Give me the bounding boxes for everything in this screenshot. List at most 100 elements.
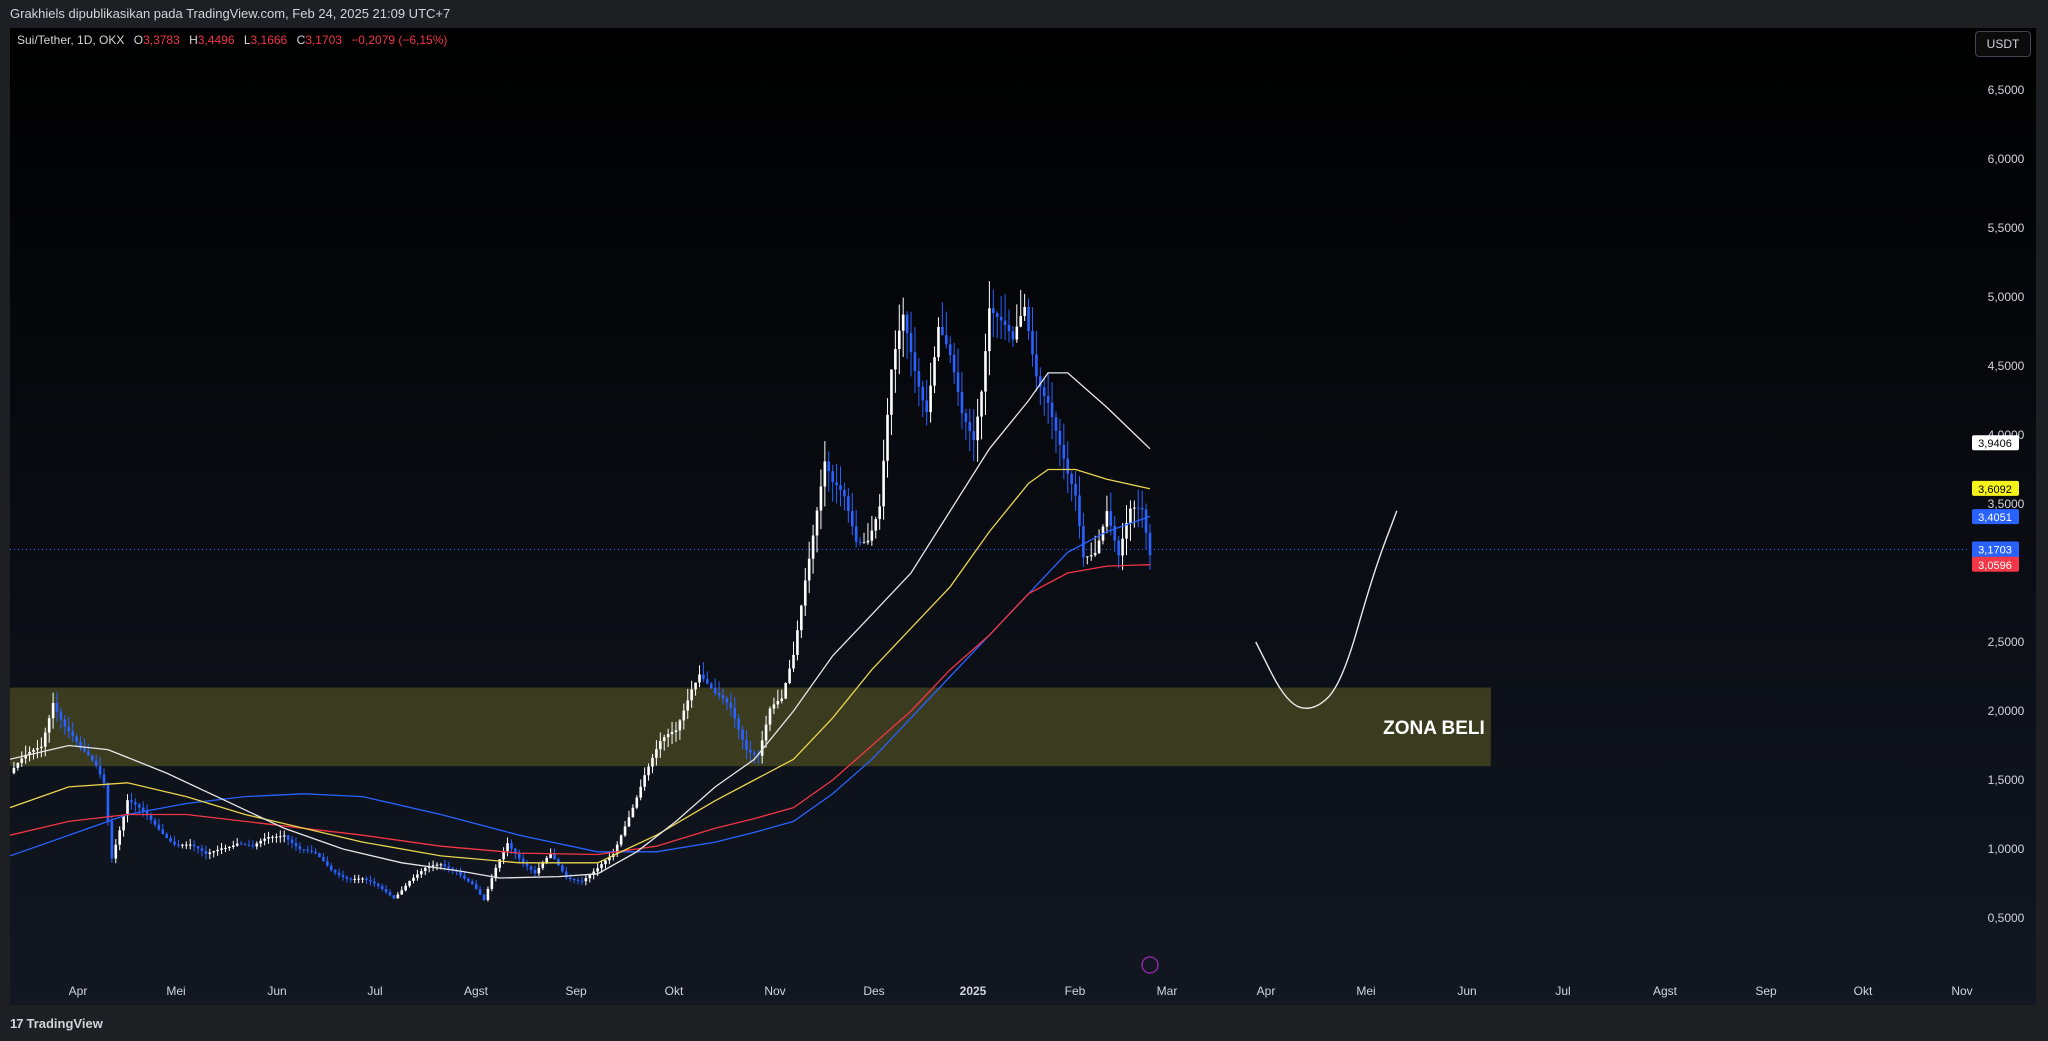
candle-body <box>1089 555 1093 557</box>
y-tick-label: 5,5000 <box>1988 221 2025 235</box>
candle-body <box>263 838 266 841</box>
y-tick-label: 6,0000 <box>1988 152 2025 166</box>
candle-body <box>255 843 259 847</box>
price-tag-label: 3,0596 <box>1978 560 2012 572</box>
tradingview-logo[interactable]: 17 TradingView <box>10 1016 103 1031</box>
candle-body <box>463 875 466 879</box>
candle-body <box>662 737 666 742</box>
ma-blue-line <box>10 515 1151 857</box>
forecast-curve <box>1255 510 1398 709</box>
candle-body <box>721 695 725 699</box>
candle-body <box>373 881 376 884</box>
candle-body <box>290 839 294 844</box>
candle-body <box>275 836 278 838</box>
candle-body <box>286 835 290 840</box>
candle-body <box>647 766 650 776</box>
y-tick-label: 5,0000 <box>1988 290 2025 304</box>
candle-body <box>682 710 686 721</box>
candle-body <box>322 857 325 862</box>
candle-body <box>267 836 270 839</box>
candle-body <box>114 844 118 859</box>
candle-body <box>827 461 831 472</box>
candle-body <box>384 888 388 893</box>
candle-body <box>1007 325 1011 332</box>
candle-body <box>561 865 564 872</box>
price-tag-label: 3,6092 <box>1978 484 2012 496</box>
candle-body <box>600 864 603 869</box>
candle-body <box>177 844 180 846</box>
candle-body <box>482 894 486 901</box>
y-tick-label: 0,5000 <box>1988 911 2025 925</box>
x-tick-label: Sep <box>565 984 587 998</box>
candle-body <box>1133 507 1136 509</box>
candle-body <box>1003 320 1007 326</box>
candle-body <box>173 841 176 845</box>
candle-body <box>459 871 462 876</box>
candle-body <box>376 883 380 886</box>
candle-body <box>1035 354 1038 377</box>
candle-body <box>36 748 39 750</box>
candle-body <box>1136 507 1140 509</box>
x-tick-label: Jun <box>1457 984 1476 998</box>
x-tick-label: Jun <box>267 984 286 998</box>
x-tick-label: Okt <box>665 984 684 998</box>
price-chart[interactable]: ZONA BELI6,50006,00005,50005,00004,50004… <box>10 28 2036 1005</box>
candle-body <box>169 838 172 842</box>
low-label: L <box>243 33 251 47</box>
candle-body <box>933 357 936 386</box>
candle-body <box>228 846 231 848</box>
chart-area[interactable]: ZONA BELI 6,5000 6,0000 5,5000 5,0000 4,5000 4… <box>10 28 2036 1005</box>
candle-body <box>510 843 513 849</box>
candle-body <box>1105 511 1109 527</box>
y-tick-label: 6,5000 <box>1988 83 2025 97</box>
candle-body <box>329 865 333 871</box>
candle-body <box>161 829 165 834</box>
x-tick-label: Feb <box>1065 984 1086 998</box>
candle-body <box>768 708 772 725</box>
candle-body <box>435 864 439 866</box>
candle-body <box>314 851 317 854</box>
candle-body <box>588 874 592 879</box>
candle-body <box>506 843 509 852</box>
candle-body <box>1144 509 1148 533</box>
candle-body <box>102 774 106 783</box>
open-label: O <box>133 33 144 47</box>
candle-body <box>655 749 658 758</box>
candle-body <box>408 880 411 886</box>
candle-body <box>294 843 298 847</box>
candle-body <box>63 719 67 727</box>
candle-body <box>302 849 306 851</box>
candle-body <box>1011 331 1015 340</box>
candle-body <box>137 804 141 808</box>
candle-body <box>925 400 929 413</box>
candle-body <box>490 878 494 889</box>
y-tick-label: 2,0000 <box>1988 704 2025 718</box>
footer: 17 TradingView <box>0 1005 2048 1041</box>
candle-body <box>882 460 885 507</box>
candle-body <box>941 326 944 336</box>
candle-body <box>126 800 129 816</box>
candle-body <box>670 731 674 735</box>
candle-body <box>67 726 71 732</box>
candle-body <box>333 870 337 873</box>
candle-body <box>310 850 313 852</box>
candle-body <box>1019 315 1023 327</box>
candle-body <box>854 526 858 542</box>
candle-body <box>357 878 360 880</box>
currency-button[interactable]: USDT <box>1975 31 2031 57</box>
candle-body <box>976 416 979 441</box>
candle-body <box>341 875 345 878</box>
candle-body <box>1027 306 1030 331</box>
candle-body <box>216 849 219 852</box>
candle-body <box>999 316 1003 321</box>
candle-body <box>843 489 846 497</box>
candle-body <box>32 749 35 752</box>
candle-body <box>353 878 357 880</box>
ma-yellow-line <box>10 468 1151 864</box>
x-tick-label: Jul <box>367 984 382 998</box>
candle-body <box>772 704 776 709</box>
candle-body <box>690 689 693 701</box>
candle-body <box>952 354 956 373</box>
price-tag-label: 3,1703 <box>1978 544 2012 556</box>
candle-body <box>944 335 948 345</box>
